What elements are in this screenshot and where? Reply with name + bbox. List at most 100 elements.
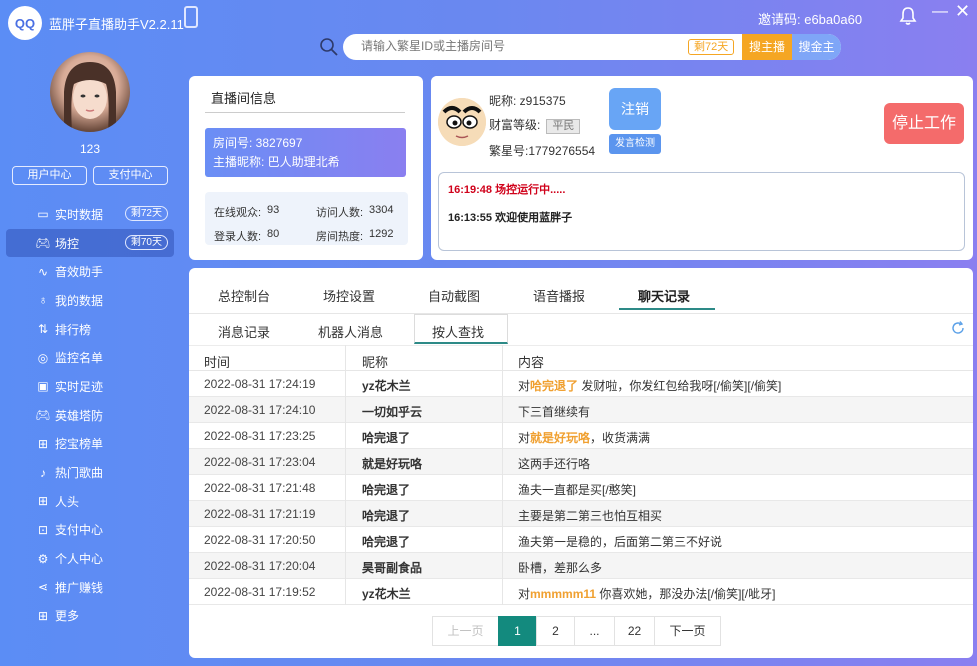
note-icon: ♪ [40,465,46,480]
room-stats: 在线观众: 93 访问人数: 3304 登录人数: 80 房间热度: 1292 [205,192,408,245]
sidebar-item-ranking[interactable]: ⇅ 排行榜 [6,315,174,344]
sidebar-badge: 剩72天 [124,206,168,221]
table-row[interactable]: 2022-08-31 17:24:10 一切如乎云 下三首继续有 [189,397,973,423]
table-row[interactable]: 2022-08-31 17:19:52 yz花木兰 对mmmmm11 你喜欢她，… [189,579,973,605]
sidebar-item-pay-center[interactable]: ⊡ 支付中心 [6,516,174,545]
column-header: 时间 [204,355,231,370]
subtab-robot-messages[interactable]: 机器人消息 [318,322,383,341]
online-label: 在线观众: [214,207,262,219]
title-bar: QQ 蓝胖子直播助手V2.2.11 邀请码: e6ba0a60 — ✕ 剩72天… [0,0,977,70]
anchor-nickname: 主播昵称: 巴人助理北希 [213,155,340,169]
room-number: 房间号: 3827697 [213,136,303,150]
sidebar-item-watch-list[interactable]: ◎ 监控名单 [6,343,174,372]
gamepad-icon: 🎮︎ [35,408,51,423]
share-icon: ⋖ [37,580,49,595]
sidebar-item-realtime-data[interactable]: ▭ 实时数据 剩72天 [6,200,174,229]
log-panel: 16:19:48 场控运行中..... 16:13:55 欢迎使用蓝胖子 [438,172,965,251]
logout-button[interactable]: 注销 [609,88,661,130]
webcam-icon: ◎ [37,350,49,365]
subtab-find-by-person[interactable]: 按人查找 [432,322,484,341]
speech-check-button[interactable]: 发言检测 [609,134,661,154]
visits-value: 3304 [369,204,394,216]
search-anchor-button[interactable]: 搜主播 [742,34,792,60]
fanxing-number: 繁星号:1779276554 [489,144,596,158]
main-panel: 总控制台 场控设置 自动截图 语音播报 聊天记录 消息记录 机器人消息 按人查找… [189,268,973,658]
pagination: 上一页 1 2 ... 22 下一页 [432,616,721,646]
footprint-icon: ▣ [37,379,49,394]
tab-voice-broadcast[interactable]: 语音播报 [533,286,585,305]
sidebar-item-more[interactable]: ⊞ 更多 [6,602,174,631]
sort-icon: ⇅ [37,322,49,337]
sidebar-item-sound-assistant[interactable]: ∿ 音效助手 [6,257,174,286]
page-button[interactable]: 22 [614,616,655,646]
microphone-icon: ♁ [38,293,48,308]
tab-auto-screenshot[interactable]: 自动截图 [428,286,480,305]
sidebar-item-heads[interactable]: ⊞ 人头 [6,487,174,516]
avatar[interactable] [50,52,130,132]
user-center-button[interactable]: 用户中心 [12,166,87,185]
next-page-button[interactable]: 下一页 [654,616,721,646]
user-nickname: 昵称: z915375 [489,94,566,108]
table-row[interactable]: 2022-08-31 17:21:19 哈完退了 主要是第二第三也怕互相买 [189,501,973,527]
log-line: 16:13:55 欢迎使用蓝胖子 [448,212,573,224]
days-remaining-badge: 剩72天 [688,39,735,55]
phone-icon[interactable] [184,6,198,28]
subtab-message-records[interactable]: 消息记录 [218,322,270,341]
close-button[interactable]: ✕ [955,1,970,22]
minimize-button[interactable]: — [932,3,948,21]
table-row[interactable]: 2022-08-31 17:24:19 yz花木兰 对哈完退了 发财啦，你发红包… [189,371,973,397]
app-logo: QQ [8,6,42,40]
refresh-icon[interactable] [951,321,965,335]
bag-icon: ⊡ [37,522,49,537]
monitor-icon: ▭ [37,207,49,222]
user-id: 123 [79,142,101,156]
user-avatar [438,98,486,146]
pay-center-button[interactable]: 支付中心 [93,166,168,185]
table-row[interactable]: 2022-08-31 17:23:25 哈完退了 对就是好玩咯，收货满满 [189,423,973,449]
invite-code: 邀请码: e6ba0a60 [758,12,863,27]
sidebar-item-promotion[interactable]: ⋖ 推广赚钱 [6,573,174,602]
search-gold-button[interactable]: 搜金主 [792,34,841,60]
gamepad-icon: 🎮︎ [35,236,51,251]
gear-icon: ⚙ [37,551,49,566]
table-row[interactable]: 2022-08-31 17:20:04 昊哥副食品 卧槽，差那么多 [189,553,973,579]
divider [205,112,405,113]
sidebar-item-field-control[interactable]: 🎮︎ 场控 剩70天 [6,228,174,258]
sidebar-item-my-data[interactable]: ♁ 我的数据 [6,286,174,315]
wealth-level: 财富等级: 平民 [489,116,581,134]
page-button[interactable]: 1 [498,616,537,646]
tab-chat-records[interactable]: 聊天记录 [638,286,690,305]
sidebar-item-personal-center[interactable]: ⚙ 个人中心 [6,544,174,573]
table-row[interactable]: 2022-08-31 17:23:04 就是好玩咯 这两手还行咯 [189,449,973,475]
main-tabs: 总控制台 场控设置 自动截图 语音播报 聊天记录 [189,280,973,310]
search-icon [320,38,338,56]
bell-icon[interactable] [898,6,918,26]
table-header: 时间 昵称 内容 [189,345,973,371]
online-value: 93 [267,204,280,216]
table-row[interactable]: 2022-08-31 17:20:50 哈完退了 渔夫第一是稳的，后面第二第三不… [189,527,973,553]
room-card: 房间号: 3827697 主播昵称: 巴人助理北希 [205,128,406,177]
table-row[interactable]: 2022-08-31 17:21:48 哈完退了 渔夫一直都是买[/憨笑] [189,475,973,501]
logged-label: 登录人数: [214,231,262,243]
wealth-badge: 平民 [546,119,581,134]
stop-work-button[interactable]: 停止工作 [884,103,964,144]
sidebar-item-treasure[interactable]: ⊞ 挖宝榜单 [6,430,174,459]
sidebar-item-hot-songs[interactable]: ♪ 热门歌曲 [6,458,174,487]
search-input[interactable] [361,39,681,53]
page-button[interactable]: 2 [536,616,575,646]
column-header: 内容 [518,355,545,370]
tab-console[interactable]: 总控制台 [218,286,270,305]
heat-label: 房间热度: [316,231,364,243]
sidebar-item-footprint[interactable]: ▣ 实时足迹 [6,372,174,401]
app-title: 蓝胖子直播助手V2.2.11 [49,17,184,32]
room-info-title: 直播间信息 [211,91,277,106]
sidebar-item-hero-tower[interactable]: 🎮︎ 英雄塔防 [6,401,174,430]
active-tab-indicator [619,308,715,310]
log-line: 16:19:48 场控运行中..... [448,184,566,196]
tab-field-settings[interactable]: 场控设置 [323,286,375,305]
visits-label: 访问人数: [316,207,364,219]
music-wave-icon: ∿ [37,264,49,279]
column-divider [345,345,346,605]
grid-icon: ⊞ [37,608,49,623]
prev-page-button[interactable]: 上一页 [432,616,499,646]
